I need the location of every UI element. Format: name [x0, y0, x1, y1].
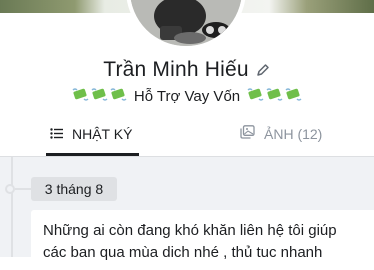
- active-tab-indicator: [46, 153, 139, 156]
- profile-bio-row: Hỗ Trợ Vay Vốn: [0, 87, 374, 109]
- timeline-dot: [5, 184, 15, 194]
- tab-photos[interactable]: ẢNH (12): [240, 113, 322, 154]
- money-with-wings-icon: [72, 87, 89, 105]
- profile-name: Trần Minh Hiếu: [103, 58, 249, 81]
- money-with-wings-icon: [110, 87, 127, 105]
- post-text: Những ai còn đang khó khăn liên hệ tôi g…: [43, 222, 337, 261]
- pencil-edit-icon[interactable]: [255, 62, 271, 78]
- tab-diary-label: NHẬT KÝ: [72, 125, 133, 142]
- money-with-wings-icon: [266, 87, 283, 105]
- profile-tabs: NHẬT KÝ ẢNH (12): [0, 113, 374, 157]
- list-icon: [50, 126, 63, 142]
- post-card[interactable]: Những ai còn đang khó khăn liên hệ tôi g…: [31, 210, 374, 270]
- avatar[interactable]: [126, 0, 246, 50]
- money-with-wings-icon: [285, 87, 302, 105]
- money-with-wings-icon: [247, 87, 264, 105]
- timeline-line: [11, 157, 13, 257]
- photo-album-icon: [240, 125, 255, 142]
- profile-bio: Hỗ Trợ Vay Vốn: [133, 87, 241, 105]
- timeline-date: 3 tháng 8: [31, 177, 117, 201]
- timeline-connector: [15, 188, 31, 190]
- timeline-feed: 3 tháng 8 Những ai còn đang khó khăn liê…: [0, 157, 374, 270]
- tab-diary[interactable]: NHẬT KÝ: [50, 113, 132, 154]
- money-with-wings-icon: [91, 87, 108, 105]
- profile-name-row: Trần Minh Hiếu: [0, 58, 374, 86]
- tab-photos-label: ẢNH (12): [264, 125, 323, 142]
